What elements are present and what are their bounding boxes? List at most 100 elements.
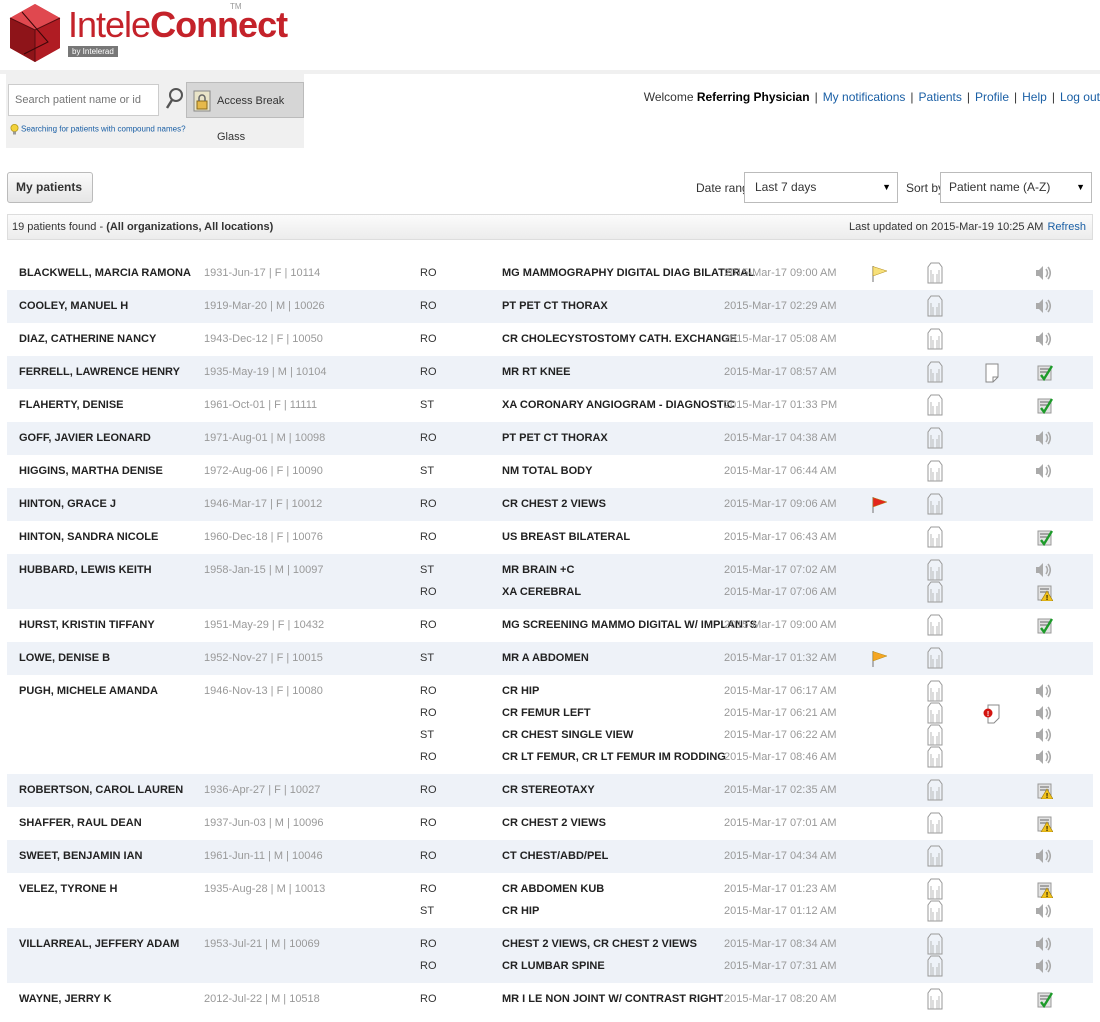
images-icon[interactable] — [927, 702, 943, 724]
sort-by-select[interactable]: Patient name (A-Z) ▼ — [940, 172, 1092, 203]
exam-row[interactable]: RO CR LT FEMUR, CR LT FEMUR IM RODDING 201… — [7, 746, 1093, 768]
nav-patients[interactable]: Patients — [919, 90, 962, 104]
exam-description[interactable]: MR BRAIN +C — [502, 559, 574, 581]
patient-row[interactable]: HURST, KRISTIN TIFFANY 1951-May-29 | F | … — [7, 609, 1093, 642]
exam-row[interactable]: HINTON, SANDRA NICOLE 1960-Dec-18 | F | 1… — [7, 526, 1093, 548]
images-icon[interactable] — [927, 746, 943, 768]
nav-help[interactable]: Help — [1022, 90, 1047, 104]
patient-name-link[interactable]: BLACKWELL, MARCIA RAMONA — [19, 262, 191, 284]
flag-icon[interactable] — [871, 265, 889, 283]
flag-icon[interactable] — [871, 650, 889, 668]
audio-report-icon[interactable] — [1033, 705, 1053, 721]
exam-row[interactable]: GOFF, JAVIER LEONARD 1971-Aug-01 | M | 10… — [7, 427, 1093, 449]
patient-name-link[interactable]: LOWE, DENISE B — [19, 647, 110, 669]
final-report-icon[interactable] — [1037, 397, 1053, 414]
images-icon[interactable] — [927, 427, 943, 449]
nav-profile[interactable]: Profile — [975, 90, 1009, 104]
images-icon[interactable] — [927, 988, 943, 1010]
exam-description[interactable]: XA CORONARY ANGIOGRAM - DIAGNOSTIC — [502, 394, 735, 416]
patient-row[interactable]: LOWE, DENISE B 1952-Nov-27 | F | 10015 ST M… — [7, 642, 1093, 675]
patient-row[interactable]: BLACKWELL, MARCIA RAMONA 1931-Jun-17 | F … — [7, 257, 1093, 290]
exam-description[interactable]: PT PET CT THORAX — [502, 295, 608, 317]
patient-row[interactable]: DIAZ, CATHERINE NANCY 1943-Dec-12 | F | 1… — [7, 323, 1093, 356]
exam-row[interactable]: PUGH, MICHELE AMANDA 1946-Nov-13 | F | 10… — [7, 680, 1093, 702]
exam-row[interactable]: WAYNE, JERRY K 2012-Jul-22 | M | 10518 RO M… — [7, 988, 1093, 1010]
patient-row[interactable]: GOFF, JAVIER LEONARD 1971-Aug-01 | M | 10… — [7, 422, 1093, 455]
images-icon[interactable] — [927, 878, 943, 900]
images-icon[interactable] — [927, 779, 943, 801]
exam-row[interactable]: RO CR LUMBAR SPINE 2015-Mar-17 07:31 AM — [7, 955, 1093, 977]
patient-row[interactable]: HIGGINS, MARTHA DENISE 1972-Aug-06 | F | … — [7, 455, 1093, 488]
preliminary-report-icon[interactable]: ! — [1037, 782, 1053, 799]
patient-row[interactable]: PUGH, MICHELE AMANDA 1946-Nov-13 | F | 10… — [7, 675, 1093, 774]
exam-description[interactable]: CR LUMBAR SPINE — [502, 955, 605, 977]
exam-description[interactable]: CR STEREOTAXY — [502, 779, 595, 801]
compound-names-link[interactable]: Searching for patients with compound nam… — [10, 124, 186, 135]
exam-description[interactable]: MR I LE NON JOINT W/ CONTRAST RIGHT — [502, 988, 723, 1010]
images-icon[interactable] — [927, 933, 943, 955]
patient-name-link[interactable]: DIAZ, CATHERINE NANCY — [19, 328, 156, 350]
exam-description[interactable]: CHEST 2 VIEWS, CR CHEST 2 VIEWS — [502, 933, 697, 955]
patient-row[interactable]: SHAFFER, RAUL DEAN 1937-Jun-03 | M | 1009… — [7, 807, 1093, 840]
patient-name-link[interactable]: VILLARREAL, JEFFERY ADAM — [19, 933, 179, 955]
images-icon[interactable] — [927, 581, 943, 603]
exam-description[interactable]: PT PET CT THORAX — [502, 427, 608, 449]
patient-row[interactable]: ROBERTSON, CAROL LAUREN 1936-Apr-27 | F |… — [7, 774, 1093, 807]
patient-name-link[interactable]: HINTON, GRACE J — [19, 493, 116, 515]
audio-report-icon[interactable] — [1033, 683, 1053, 699]
images-icon[interactable] — [927, 262, 943, 284]
images-icon[interactable] — [927, 680, 943, 702]
exam-row[interactable]: COOLEY, MANUEL H 1919-Mar-20 | M | 10026 R… — [7, 295, 1093, 317]
audio-report-icon[interactable] — [1033, 727, 1053, 743]
exam-row[interactable]: HUBBARD, LEWIS KEITH 1958-Jan-15 | M | 10… — [7, 559, 1093, 581]
exam-description[interactable]: CT CHEST/ABD/PEL — [502, 845, 608, 867]
patient-name-link[interactable]: PUGH, MICHELE AMANDA — [19, 680, 158, 702]
patient-name-link[interactable]: HIGGINS, MARTHA DENISE — [19, 460, 163, 482]
audio-report-icon[interactable] — [1033, 903, 1053, 919]
exam-description[interactable]: XA CEREBRAL — [502, 581, 581, 603]
exam-row[interactable]: FLAHERTY, DENISE 1961-Oct-01 | F | 11111 S… — [7, 394, 1093, 416]
patient-row[interactable]: HINTON, GRACE J 1946-Mar-17 | F | 10012 RO… — [7, 488, 1093, 521]
exam-description[interactable]: CR FEMUR LEFT — [502, 702, 591, 724]
exam-description[interactable]: CR LT FEMUR, CR LT FEMUR IM RODDING — [502, 746, 726, 768]
patient-row[interactable]: SWEET, BENJAMIN IAN 1961-Jun-11 | M | 100… — [7, 840, 1093, 873]
exam-row[interactable]: HINTON, GRACE J 1946-Mar-17 | F | 10012 RO… — [7, 493, 1093, 515]
document-icon[interactable] — [983, 363, 1001, 383]
audio-report-icon[interactable] — [1033, 331, 1053, 347]
patient-name-link[interactable]: COOLEY, MANUEL H — [19, 295, 128, 317]
audio-report-icon[interactable] — [1033, 936, 1053, 952]
exam-description[interactable]: CR ABDOMEN KUB — [502, 878, 604, 900]
search-button[interactable] — [164, 86, 184, 112]
exam-row[interactable]: VILLARREAL, JEFFERY ADAM 1953-Jul-21 | M … — [7, 933, 1093, 955]
exam-row[interactable]: LOWE, DENISE B 1952-Nov-27 | F | 10015 ST M… — [7, 647, 1093, 669]
patient-name-link[interactable]: SHAFFER, RAUL DEAN — [19, 812, 142, 834]
preliminary-report-icon[interactable]: ! — [1037, 881, 1053, 898]
exam-row[interactable]: SHAFFER, RAUL DEAN 1937-Jun-03 | M | 1009… — [7, 812, 1093, 834]
exam-description[interactable]: MR A ABDOMEN — [502, 647, 589, 669]
exam-row[interactable]: ROBERTSON, CAROL LAUREN 1936-Apr-27 | F |… — [7, 779, 1093, 801]
exam-row[interactable]: BLACKWELL, MARCIA RAMONA 1931-Jun-17 | F … — [7, 262, 1093, 284]
document-alert-icon[interactable]: ! — [983, 704, 1001, 724]
flag-icon[interactable] — [871, 496, 889, 514]
exam-row[interactable]: ST CR HIP 2015-Mar-17 01:12 AM — [7, 900, 1093, 922]
audio-report-icon[interactable] — [1033, 265, 1053, 281]
images-icon[interactable] — [927, 724, 943, 746]
images-icon[interactable] — [927, 295, 943, 317]
images-icon[interactable] — [927, 845, 943, 867]
patient-name-link[interactable]: GOFF, JAVIER LEONARD — [19, 427, 151, 449]
images-icon[interactable] — [927, 493, 943, 515]
date-range-select[interactable]: Last 7 days ▼ — [744, 172, 898, 203]
patient-name-link[interactable]: HUBBARD, LEWIS KEITH — [19, 559, 152, 581]
nav-my-notifications[interactable]: My notifications — [823, 90, 906, 104]
exam-description[interactable]: CR HIP — [502, 900, 539, 922]
exam-row[interactable]: FERRELL, LAWRENCE HENRY 1935-May-19 | M |… — [7, 361, 1093, 383]
patient-name-link[interactable]: HINTON, SANDRA NICOLE — [19, 526, 158, 548]
patient-row[interactable]: VILLARREAL, JEFFERY ADAM 1953-Jul-21 | M … — [7, 928, 1093, 983]
images-icon[interactable] — [927, 526, 943, 548]
audio-report-icon[interactable] — [1033, 298, 1053, 314]
images-icon[interactable] — [927, 955, 943, 977]
images-icon[interactable] — [927, 647, 943, 669]
preliminary-report-icon[interactable]: ! — [1037, 584, 1053, 601]
patient-row[interactable]: FERRELL, LAWRENCE HENRY 1935-May-19 | M |… — [7, 356, 1093, 389]
final-report-icon[interactable] — [1037, 991, 1053, 1008]
